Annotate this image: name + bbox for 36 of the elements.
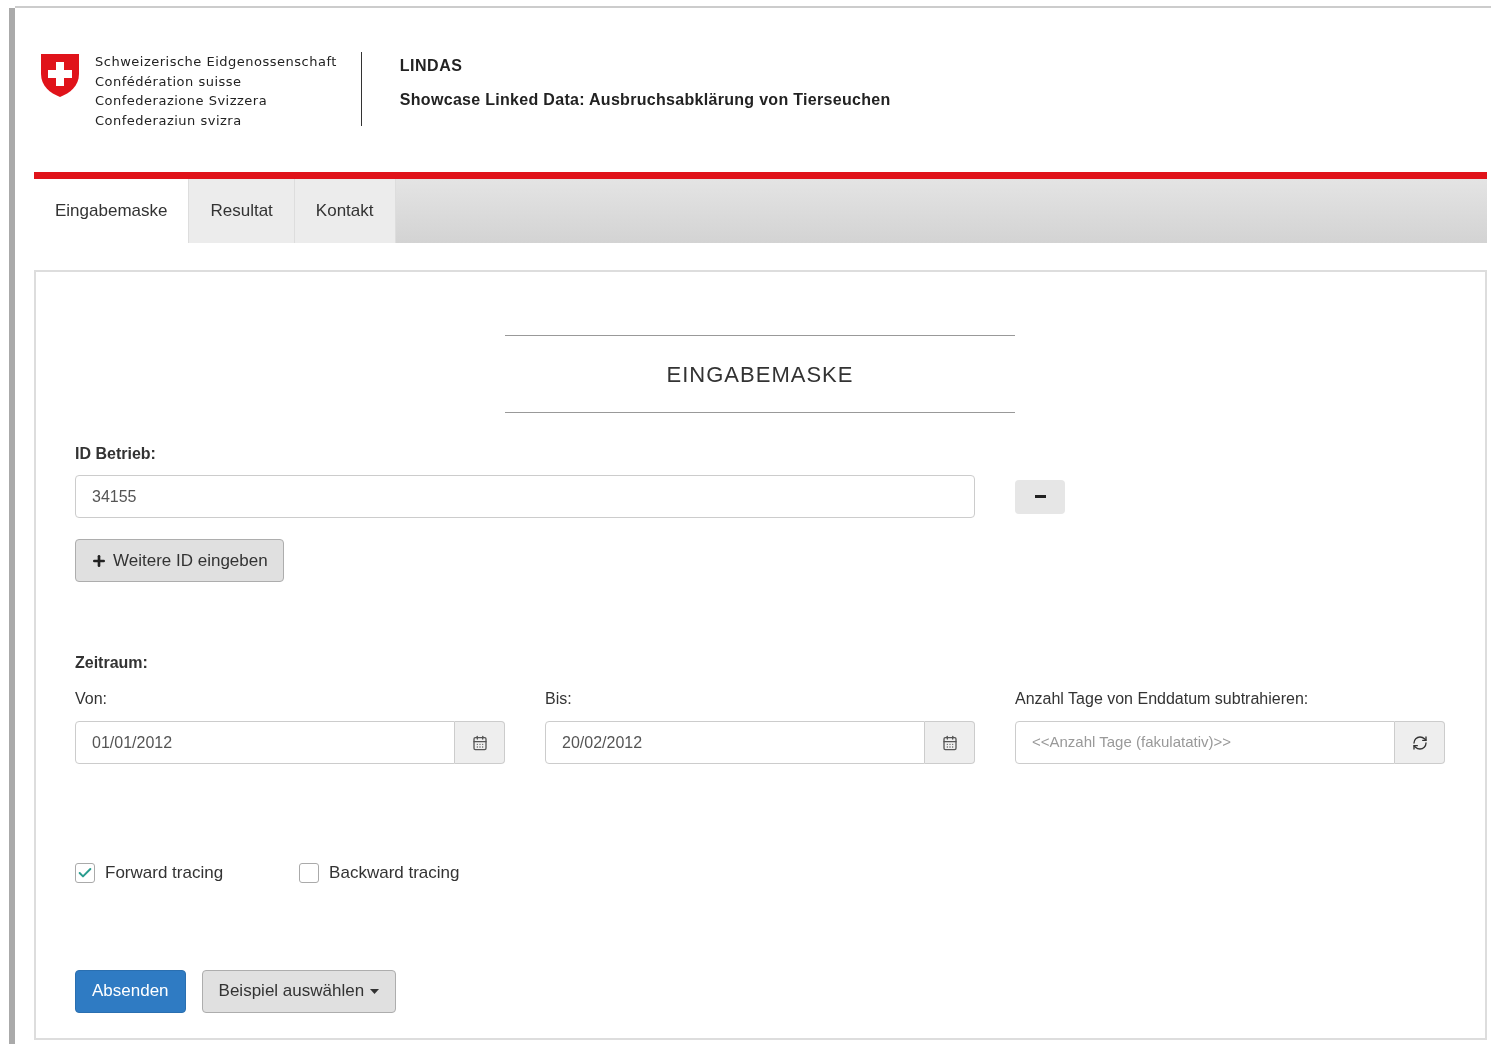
calendar-icon (471, 734, 488, 751)
nav-tab[interactable]: Eingabemaske (34, 179, 190, 243)
caret-icon (370, 988, 380, 994)
add-id-button[interactable]: Weitere ID eingeben (75, 539, 284, 582)
calendar-button[interactable] (925, 721, 975, 764)
calendar-icon (941, 734, 958, 751)
days-field[interactable]: <<Anzahl Tage (fakulatativ)>> (1015, 721, 1395, 764)
calendar-button[interactable] (455, 721, 505, 764)
federation-name: Confederaziun svizra (95, 111, 243, 130)
from-date-field[interactable]: 01/01/2012 (75, 721, 455, 764)
minus-icon (1034, 495, 1046, 498)
field-label: ID Betrieb: (75, 444, 157, 464)
to-date-field[interactable]: 20/02/2012 (545, 721, 925, 764)
federation-name: Confederazione Svizzera (95, 92, 269, 110)
example-dropdown-button[interactable]: Beispiel auswählen (201, 969, 397, 1013)
refresh-icon (1411, 734, 1428, 751)
federation-name: Confédération suisse (95, 72, 243, 91)
plus-icon (91, 552, 107, 569)
field-label: Anzahl Tage von Enddatum subtrahieren: (1015, 689, 1310, 709)
checkbox[interactable] (75, 862, 95, 883)
swiss-shield-icon (39, 52, 81, 98)
reset-button[interactable] (1395, 721, 1445, 764)
nav-tab[interactable]: Kontakt (294, 179, 396, 243)
id-field[interactable]: 34155 (75, 475, 975, 518)
checkbox-label: Forward tracing (105, 862, 224, 884)
checkbox-label: Backward tracing (329, 862, 460, 884)
federation-name: Schweizerische Eidgenossenschaft (95, 53, 337, 71)
section-label: Zeitraum: (75, 653, 149, 673)
nav-tab[interactable]: Resultat (189, 179, 295, 243)
site-title: LINDAS (399, 56, 464, 76)
site-subtitle: Showcase Linked Data: Ausbruchsabklärung von Tierseuchen (399, 90, 891, 110)
submit-button[interactable]: Absenden (75, 969, 186, 1013)
form-heading: EINGABEMASKE (666, 360, 854, 389)
field-label: Von: (75, 689, 109, 709)
field-label: Bis: (545, 689, 573, 709)
checkbox[interactable] (299, 862, 320, 883)
